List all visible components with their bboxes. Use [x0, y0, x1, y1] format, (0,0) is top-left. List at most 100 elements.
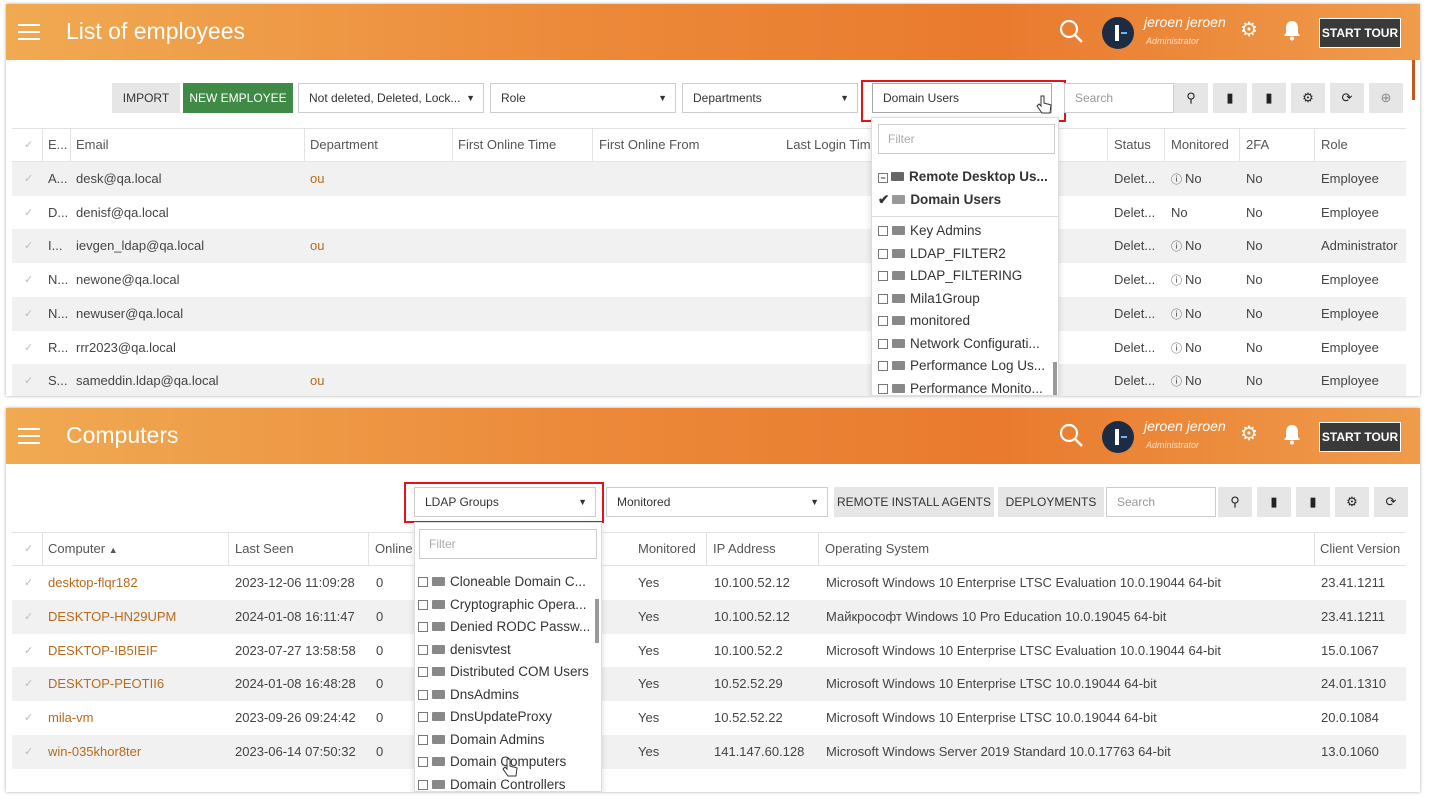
checkbox-icon[interactable] [878, 316, 888, 326]
cell-email[interactable]: denisf@qa.local [76, 205, 169, 220]
gear-icon[interactable]: ⚙ [1240, 20, 1258, 40]
column-header[interactable]: Last Login Time [786, 137, 878, 152]
cell-computer-name[interactable]: win-035khor8ter [48, 744, 141, 759]
column-header[interactable]: 2FA [1246, 137, 1269, 152]
refresh-icon[interactable]: ⟳ [1374, 487, 1408, 517]
cell-email[interactable]: newone@qa.local [76, 272, 180, 287]
dropdown-filter-input[interactable]: Filter [878, 124, 1055, 154]
column-header[interactable]: Status [1114, 137, 1151, 152]
dropdown-item[interactable]: LDAP_FILTER2 [878, 246, 1006, 261]
bell-icon[interactable] [1282, 19, 1302, 41]
table-row[interactable]: ✓ N... newone@qa.local Delet... ⓘ No No Employe… [12, 263, 1406, 297]
checkbox-icon[interactable] [878, 338, 888, 349]
cell-department[interactable]: ou [310, 238, 324, 253]
gear-icon[interactable]: ⚙ [1240, 424, 1258, 444]
dropdown-item[interactable]: Network Configurati... [878, 336, 1040, 351]
column-header[interactable]: E... [48, 137, 68, 152]
bell-icon[interactable] [1282, 423, 1302, 445]
settings-icon[interactable]: ⚙ [1291, 83, 1325, 113]
checkbox-icon[interactable] [418, 622, 428, 632]
check-icon[interactable]: ✓ [24, 273, 33, 286]
user-name[interactable]: jeroen jeroen [1144, 418, 1226, 434]
table-row[interactable]: ✓ A... desk@qa.local ou Delet... ⓘ No No Employe… [12, 162, 1406, 196]
cell-email[interactable]: desk@qa.local [76, 171, 161, 186]
checkbox-icon[interactable] [878, 383, 888, 394]
status-filter-select[interactable]: Not deleted, Deleted, Lock... ▼ [298, 83, 484, 113]
check-icon[interactable]: ✓ [24, 138, 33, 151]
dropdown-item[interactable]: Performance Log Us... [878, 358, 1045, 373]
search-input[interactable]: Search [1064, 83, 1174, 113]
checkbox-icon[interactable] [418, 689, 428, 700]
checkbox-icon[interactable] [418, 712, 428, 722]
start-tour-button[interactable]: START TOUR [1319, 18, 1401, 48]
cell-computer-name[interactable]: mila-vm [48, 710, 94, 725]
dropdown-item[interactable]: Denied RODC Passw... [418, 619, 590, 634]
new-employee-button[interactable]: NEW EMPLOYEE [183, 83, 293, 113]
cell-computer-name[interactable]: desktop-flqr182 [48, 575, 138, 590]
check-icon[interactable]: ✓ [24, 610, 33, 623]
search-button-icon[interactable]: ⚲ [1174, 83, 1208, 113]
search-button-icon[interactable]: ⚲ [1218, 487, 1252, 517]
cell-computer-name[interactable]: DESKTOP-HN29UPM [48, 609, 176, 624]
table-row[interactable]: ✓ mila-vm 2023-09-26 09:24:42 0 Yes 10.52.52.… [12, 701, 1406, 735]
check-icon[interactable]: ✓ [24, 644, 33, 657]
cell-email[interactable]: rrr2023@qa.local [76, 340, 176, 355]
check-icon[interactable]: ✓ [24, 711, 33, 724]
checkbox-icon[interactable] [418, 757, 428, 767]
check-icon[interactable]: ✓ [24, 341, 33, 354]
table-row[interactable]: ✓ D... denisf@qa.local Delet... No No Employee [12, 196, 1406, 230]
dropdown-selected-group[interactable]: ✔ Domain Users [878, 192, 1001, 208]
column-header[interactable]: Role [1321, 137, 1348, 152]
checkbox-icon[interactable] [878, 271, 888, 281]
monitored-select[interactable]: Monitored ▼ [606, 487, 828, 517]
export-pdf-icon[interactable]: ▮ [1257, 487, 1291, 517]
collapse-icon[interactable]: − [878, 173, 888, 183]
dropdown-item[interactable]: DnsAdmins [418, 687, 519, 702]
search-icon[interactable] [1058, 18, 1084, 44]
dropdown-item[interactable]: Distributed COM Users [418, 664, 589, 679]
column-header[interactable]: Email [76, 137, 109, 152]
dropdown-item[interactable]: Key Admins [878, 223, 981, 238]
column-header[interactable]: IP Address [713, 541, 776, 556]
column-header[interactable]: First Online Time [458, 137, 556, 152]
dropdown-scrollbar[interactable] [1053, 362, 1057, 395]
check-icon[interactable]: ✓ [24, 172, 33, 185]
deployments-button[interactable]: DEPLOYMENTS [998, 487, 1104, 517]
cell-email[interactable]: ievgen_ldap@qa.local [76, 238, 204, 253]
checkbox-icon[interactable] [418, 577, 428, 587]
cell-computer-name[interactable]: DESKTOP-PEOTII6 [48, 676, 164, 691]
checkbox-icon[interactable] [418, 667, 428, 677]
cell-department[interactable]: ou [310, 373, 324, 388]
checkbox-icon[interactable] [878, 226, 888, 236]
check-icon[interactable]: ✓ [24, 307, 33, 320]
cell-computer-name[interactable]: DESKTOP-IB5IEIF [48, 643, 158, 658]
menu-icon[interactable] [18, 428, 40, 444]
dropdown-item[interactable]: Mila1Group [878, 291, 980, 306]
column-header[interactable]: Computer ▲ [48, 541, 118, 556]
page-scrollbar[interactable] [1412, 60, 1415, 100]
dropdown-item[interactable]: denisvtest [418, 642, 511, 657]
departments-filter-select[interactable]: Departments ▼ [682, 83, 858, 113]
dropdown-item[interactable]: DnsUpdateProxy [418, 709, 552, 724]
checkbox-icon[interactable] [878, 293, 888, 304]
refresh-icon[interactable]: ⟳ [1330, 83, 1364, 113]
search-icon[interactable] [1058, 422, 1084, 448]
checkbox-icon[interactable] [418, 734, 428, 745]
table-row[interactable]: ✓ DESKTOP-PEOTII6 2024-01-08 16:48:28 0 Yes 1… [12, 667, 1406, 702]
export-file-icon[interactable]: ▮ [1252, 83, 1286, 113]
start-tour-button[interactable]: START TOUR [1319, 422, 1401, 452]
more-icon[interactable]: ⊕ [1369, 83, 1403, 113]
column-header[interactable]: Client Version [1320, 541, 1400, 556]
dropdown-item[interactable]: Cryptographic Opera... [418, 597, 587, 612]
checkbox-icon[interactable] [878, 361, 888, 371]
cell-department[interactable]: ou [310, 171, 324, 186]
checkbox-icon[interactable] [418, 779, 428, 790]
menu-icon[interactable] [18, 24, 40, 40]
checkbox-icon[interactable] [418, 599, 428, 610]
column-header[interactable]: Monitored [1171, 137, 1229, 152]
dropdown-item[interactable]: Domain Admins [418, 732, 545, 747]
cell-email[interactable]: newuser@qa.local [76, 306, 183, 321]
check-icon[interactable]: ✓ [24, 576, 33, 589]
dropdown-item[interactable]: Cloneable Domain C... [418, 574, 586, 589]
check-icon[interactable]: ✓ [24, 677, 33, 690]
